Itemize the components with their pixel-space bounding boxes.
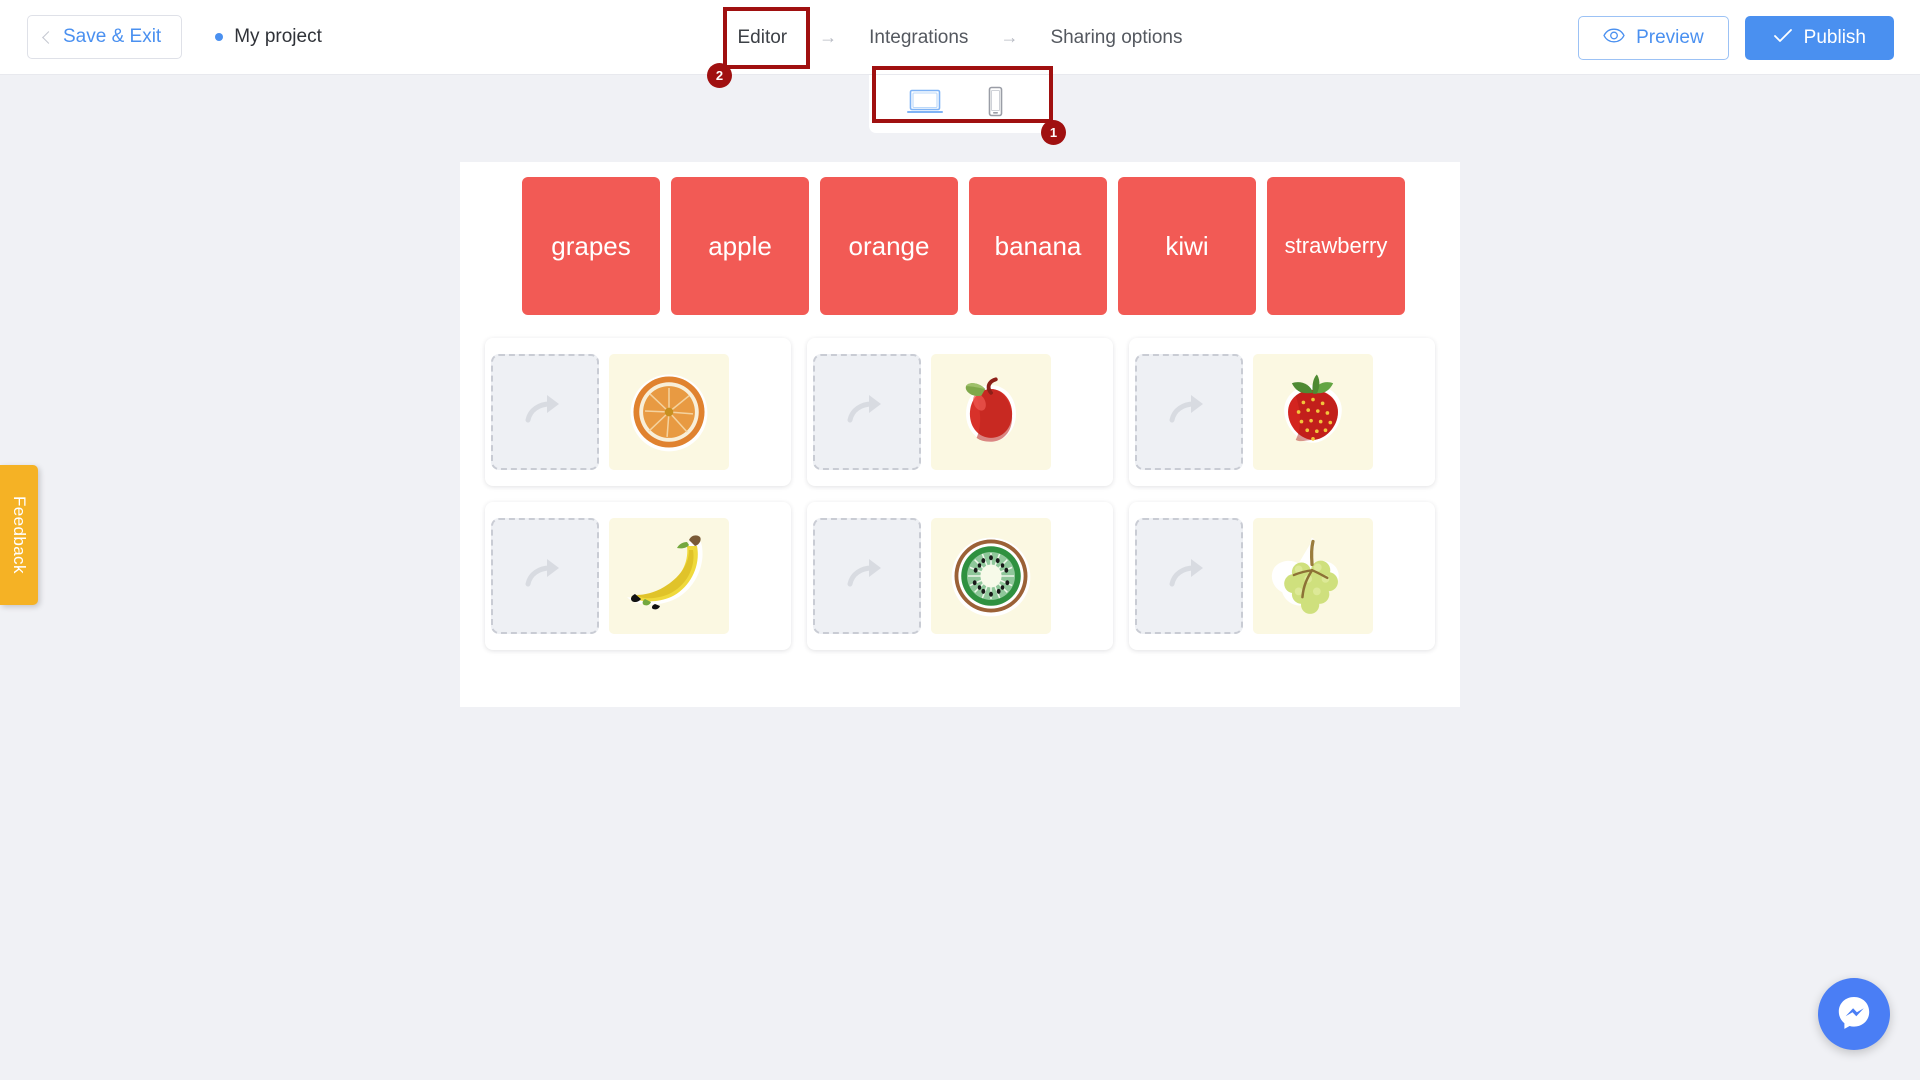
pair-card-kiwi [807, 502, 1113, 650]
mobile-icon [983, 85, 1007, 124]
drop-arrow-icon [522, 393, 568, 432]
save-and-exit-label: Save & Exit [63, 26, 162, 47]
drop-arrow-icon [844, 393, 890, 432]
project-title-group[interactable]: My project [215, 26, 322, 48]
eye-icon [1603, 27, 1625, 49]
word-card-label: apple [708, 230, 772, 261]
word-card-label: banana [994, 230, 1082, 261]
word-card-grapes[interactable]: grapes [522, 177, 660, 315]
pair-card-orange [485, 338, 791, 486]
desktop-view-button[interactable] [903, 84, 947, 124]
dropzone-kiwi[interactable] [813, 518, 921, 634]
drop-arrow-icon [522, 557, 568, 596]
messenger-icon [1834, 992, 1874, 1037]
pair-card-banana [485, 502, 791, 650]
top-header: Save & Exit My project Editor → Integrat… [0, 0, 1920, 75]
word-card-orange[interactable]: orange [820, 177, 958, 315]
image-orange [609, 354, 729, 470]
image-grapes [1253, 518, 1373, 634]
drop-arrow-icon [1166, 393, 1212, 432]
drop-arrow-icon [1166, 557, 1212, 596]
word-card-kiwi[interactable]: kiwi [1118, 177, 1256, 315]
header-right-group: Preview Publish [1578, 0, 1894, 75]
dropzone-apple[interactable] [813, 354, 921, 470]
feedback-tab[interactable]: Feedback [0, 465, 38, 605]
image-strawberry [1253, 354, 1373, 470]
chevron-left-icon [42, 30, 55, 44]
publish-label: Publish [1803, 26, 1866, 48]
word-card-apple[interactable]: apple [671, 177, 809, 315]
image-banana [609, 518, 729, 634]
messenger-chat-button[interactable] [1818, 978, 1890, 1050]
dropzone-grapes[interactable] [1135, 518, 1243, 634]
word-card-strawberry[interactable]: strawberry [1267, 177, 1405, 315]
drop-arrow-icon [844, 557, 890, 596]
check-icon [1773, 27, 1793, 49]
word-card-banana[interactable]: banana [969, 177, 1107, 315]
image-kiwi [931, 518, 1051, 634]
pair-card-grapes [1129, 502, 1435, 650]
status-dot-icon [215, 33, 224, 41]
preview-label: Preview [1636, 26, 1704, 48]
editor-canvas: grapes apple orange banana kiwi strawber… [460, 162, 1460, 707]
dropzone-banana[interactable] [491, 518, 599, 634]
word-card-label: kiwi [1165, 230, 1209, 261]
word-card-label: strawberry [1284, 233, 1388, 258]
feedback-label: Feedback [10, 496, 29, 574]
annotation-badge-1: 1 [1041, 120, 1066, 145]
save-and-exit-button[interactable]: Save & Exit [27, 15, 183, 59]
publish-button[interactable]: Publish [1744, 15, 1894, 60]
word-card-label: grapes [551, 230, 631, 261]
pair-card-apple [807, 338, 1113, 486]
match-pair-grid [460, 315, 1460, 650]
breadcrumb-arrow-icon-1: → [819, 27, 838, 47]
breadcrumb-item-sharing-options[interactable]: Sharing options [1042, 23, 1190, 53]
breadcrumb-item-editor[interactable]: Editor [730, 23, 796, 53]
device-toggle-bar [869, 75, 1051, 133]
breadcrumb-item-integrations[interactable]: Integrations [861, 23, 976, 53]
header-left-group: Save & Exit My project [0, 15, 322, 59]
preview-button[interactable]: Preview [1578, 15, 1729, 60]
pair-card-strawberry [1129, 338, 1435, 486]
word-card-label: orange [848, 230, 930, 261]
project-name: My project [234, 26, 322, 47]
breadcrumb-arrow-icon-2: → [1000, 27, 1019, 47]
word-card-row: grapes apple orange banana kiwi strawber… [460, 162, 1460, 315]
dropzone-strawberry[interactable] [1135, 354, 1243, 470]
dropzone-orange[interactable] [491, 354, 599, 470]
mobile-view-button[interactable] [973, 84, 1017, 124]
image-apple [931, 354, 1051, 470]
desktop-icon [905, 87, 945, 122]
annotation-badge-2: 2 [707, 63, 732, 88]
